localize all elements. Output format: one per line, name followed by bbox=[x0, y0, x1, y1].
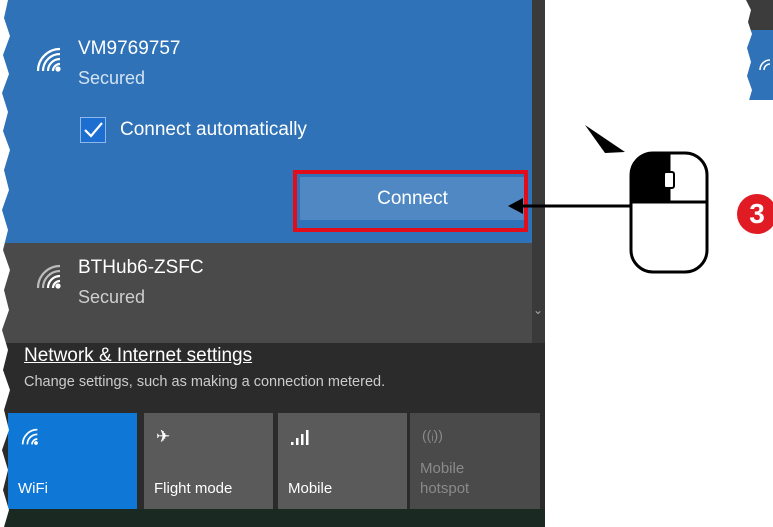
network-ssid: VM9769757 bbox=[78, 38, 181, 59]
quick-action-label: WiFi bbox=[18, 480, 48, 497]
callout-arrow-icon bbox=[508, 198, 632, 214]
pointer-arrow-icon bbox=[585, 125, 625, 153]
network-ssid: BTHub6-ZSFC bbox=[78, 257, 204, 278]
mouse-icon bbox=[629, 151, 709, 274]
signal-bars-icon bbox=[291, 430, 309, 445]
network-status: Secured bbox=[78, 68, 146, 88]
wifi-icon bbox=[21, 428, 38, 445]
wifi-icon bbox=[36, 264, 61, 289]
network-settings-link[interactable]: Network & Internet settings bbox=[24, 345, 252, 367]
wifi-icon bbox=[36, 47, 61, 72]
quick-action-label: Mobile hotspot bbox=[420, 460, 470, 497]
quick-action-wifi[interactable]: WiFi bbox=[8, 413, 137, 509]
quick-action-mobile[interactable]: Mobile bbox=[278, 413, 407, 509]
airplane-icon: ✈ bbox=[156, 427, 171, 446]
checkmark-icon bbox=[84, 122, 103, 138]
flyout-thumbnail bbox=[746, 0, 773, 110]
quick-action-mobile-hotspot[interactable]: ((ᵢ)) Mobile hotspot bbox=[410, 413, 540, 509]
network-status: Secured bbox=[78, 287, 146, 307]
highlight-box bbox=[293, 170, 528, 232]
torn-edge bbox=[0, 0, 10, 527]
scrollbar[interactable] bbox=[532, 0, 545, 343]
step-number-badge: 3 bbox=[737, 194, 773, 234]
chevron-down-icon[interactable]: ⌄ bbox=[533, 303, 543, 317]
taskbar bbox=[0, 509, 545, 527]
quick-action-label: Flight mode bbox=[154, 480, 233, 497]
quick-action-label: Mobile bbox=[288, 480, 333, 497]
connect-automatically-checkbox[interactable] bbox=[80, 117, 106, 143]
quick-action-flight-mode[interactable]: ✈ Flight mode bbox=[144, 413, 273, 509]
settings-description: Change settings, such as making a connec… bbox=[24, 374, 386, 390]
connect-automatically-label: Connect automatically bbox=[120, 119, 307, 140]
hotspot-icon: ((ᵢ)) bbox=[422, 427, 443, 443]
